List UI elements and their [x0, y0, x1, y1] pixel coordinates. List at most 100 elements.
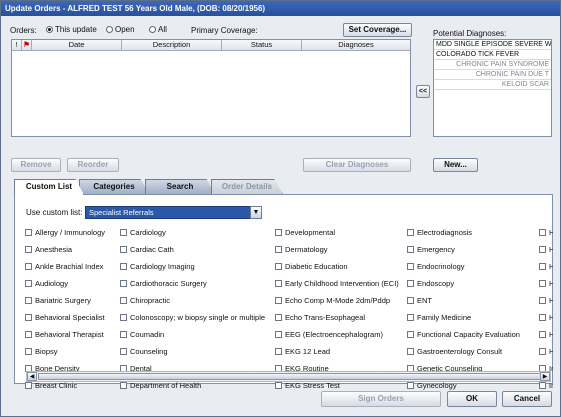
- checkbox-icon[interactable]: [539, 314, 546, 321]
- checkbox-icon[interactable]: [120, 246, 127, 253]
- checkbox-icon[interactable]: [275, 246, 282, 253]
- referral-checkbox-item[interactable]: Early Childhood Intervention (ECI): [275, 276, 405, 292]
- referral-checkbox-item[interactable]: Audiology: [25, 276, 117, 292]
- referral-checkbox-item[interactable]: Coumadin: [120, 327, 272, 343]
- column-header-date[interactable]: Date: [32, 40, 122, 50]
- tab-order-details[interactable]: Order Details: [211, 179, 283, 194]
- checkbox-icon[interactable]: [25, 263, 32, 270]
- checkbox-icon[interactable]: [120, 348, 127, 355]
- checkbox-icon[interactable]: [120, 314, 127, 321]
- checkbox-icon[interactable]: [539, 280, 546, 287]
- checkbox-icon[interactable]: [120, 263, 127, 270]
- referral-checkbox-item[interactable]: Developmental: [275, 225, 405, 241]
- referral-checkbox-item[interactable]: ENT: [407, 293, 537, 309]
- checkbox-icon[interactable]: [275, 229, 282, 236]
- checkbox-icon[interactable]: [407, 263, 414, 270]
- referral-checkbox-item[interactable]: Dermatology: [275, 242, 405, 258]
- checkbox-icon[interactable]: [275, 314, 282, 321]
- diagnosis-item[interactable]: KELOID SCAR: [434, 80, 551, 90]
- referral-checkbox-item[interactable]: Cardiology Imaging: [120, 259, 272, 275]
- checkbox-icon[interactable]: [407, 382, 414, 389]
- checkbox-icon[interactable]: [275, 297, 282, 304]
- scrollbar-thumb[interactable]: [38, 373, 541, 380]
- checkbox-icon[interactable]: [407, 297, 414, 304]
- column-header-alert[interactable]: !: [12, 40, 22, 50]
- referral-checkbox-item[interactable]: He: [539, 259, 553, 275]
- checkbox-icon[interactable]: [120, 382, 127, 389]
- tab-search[interactable]: Search: [145, 179, 215, 194]
- set-coverage-button[interactable]: Set Coverage...: [343, 23, 412, 37]
- scroll-left-icon[interactable]: ◀: [27, 372, 37, 381]
- orders-radio-all[interactable]: All: [149, 25, 167, 34]
- flag-icon[interactable]: ⚑: [22, 40, 32, 50]
- referral-checkbox-item[interactable]: Counseling: [120, 344, 272, 360]
- referral-checkbox-item[interactable]: Cardiac Cath: [120, 242, 272, 258]
- checkbox-icon[interactable]: [539, 297, 546, 304]
- referral-checkbox-item[interactable]: Biopsy: [25, 344, 117, 360]
- checkbox-icon[interactable]: [25, 280, 32, 287]
- column-header-status[interactable]: Status: [222, 40, 302, 50]
- checkbox-icon[interactable]: [25, 314, 32, 321]
- tab-categories[interactable]: Categories: [79, 179, 149, 194]
- referral-checkbox-item[interactable]: EKG 12 Lead: [275, 344, 405, 360]
- referral-checkbox-item[interactable]: Endoscopy: [407, 276, 537, 292]
- referral-checkbox-item[interactable]: Emergency: [407, 242, 537, 258]
- checkbox-icon[interactable]: [25, 246, 32, 253]
- diagnosis-item[interactable]: MDD SINGLE EPISODE SEVERE W: [434, 40, 551, 50]
- checkbox-icon[interactable]: [539, 229, 546, 236]
- checkbox-icon[interactable]: [275, 280, 282, 287]
- checkbox-icon[interactable]: [25, 382, 32, 389]
- referral-checkbox-item[interactable]: Endocrinology: [407, 259, 537, 275]
- referral-checkbox-item[interactable]: Ho: [539, 310, 553, 326]
- checkbox-icon[interactable]: [25, 331, 32, 338]
- referral-checkbox-item[interactable]: Echo Comp M-Mode 2dm/Pddp: [275, 293, 405, 309]
- checkbox-icon[interactable]: [275, 382, 282, 389]
- referral-checkbox-item[interactable]: Diabetic Education: [275, 259, 405, 275]
- referral-checkbox-item[interactable]: Gastroenterology Consult: [407, 344, 537, 360]
- diagnosis-item[interactable]: COLORADO TICK FEVER: [434, 50, 551, 60]
- potential-diagnoses-list[interactable]: MDD SINGLE EPISODE SEVERE W COLORADO TIC…: [433, 39, 552, 137]
- referral-checkbox-item[interactable]: EEG (Electroencephalogram): [275, 327, 405, 343]
- referral-checkbox-item[interactable]: Colonoscopy; w biopsy single or multiple: [120, 310, 272, 326]
- referral-checkbox-item[interactable]: Cardiothoracic Surgery: [120, 276, 272, 292]
- cancel-button[interactable]: Cancel: [502, 391, 552, 407]
- referral-checkbox-item[interactable]: Ho: [539, 327, 553, 343]
- checkbox-icon[interactable]: [539, 263, 546, 270]
- checkbox-icon[interactable]: [539, 331, 546, 338]
- referral-checkbox-item[interactable]: Chiropractic: [120, 293, 272, 309]
- orders-grid[interactable]: ! ⚑ Date Description Status Diagnoses: [11, 39, 411, 137]
- checkbox-icon[interactable]: [407, 280, 414, 287]
- checkbox-icon[interactable]: [120, 229, 127, 236]
- referral-checkbox-item[interactable]: Echo Trans-Esophageal: [275, 310, 405, 326]
- referral-checkbox-item[interactable]: Cardiology: [120, 225, 272, 241]
- checkbox-icon[interactable]: [407, 314, 414, 321]
- referral-checkbox-item[interactable]: He: [539, 242, 553, 258]
- referral-checkbox-item[interactable]: Ankle Brachial Index: [25, 259, 117, 275]
- checkbox-icon[interactable]: [120, 280, 127, 287]
- referral-checkbox-item[interactable]: Bariatric Surgery: [25, 293, 117, 309]
- orders-radio-this-update[interactable]: This update: [46, 25, 97, 34]
- referral-checkbox-item[interactable]: HI: [539, 276, 553, 292]
- referral-checkbox-item[interactable]: Electrodiagnosis: [407, 225, 537, 241]
- orders-radio-open[interactable]: Open: [106, 25, 135, 34]
- checkbox-icon[interactable]: [25, 348, 32, 355]
- new-diagnosis-button[interactable]: New...: [433, 158, 478, 172]
- referral-checkbox-item[interactable]: Behavioral Specialist: [25, 310, 117, 326]
- referral-checkbox-item[interactable]: Behavioral Therapist: [25, 327, 117, 343]
- move-diagnosis-button[interactable]: <<: [416, 85, 430, 98]
- checkbox-icon[interactable]: [407, 229, 414, 236]
- checkbox-icon[interactable]: [407, 331, 414, 338]
- sign-orders-button[interactable]: Sign Orders: [321, 391, 441, 407]
- checkbox-icon[interactable]: [539, 348, 546, 355]
- referral-checkbox-item[interactable]: Allergy / Immunology: [25, 225, 117, 241]
- clear-diagnoses-button[interactable]: Clear Diagnoses: [303, 158, 411, 172]
- checkbox-icon[interactable]: [25, 229, 32, 236]
- diagnosis-item[interactable]: CHRONIC PAIN DUE T: [434, 70, 551, 80]
- checkbox-icon[interactable]: [275, 263, 282, 270]
- referral-checkbox-item[interactable]: Ho: [539, 293, 553, 309]
- ok-button[interactable]: OK: [447, 391, 497, 407]
- checkbox-icon[interactable]: [407, 348, 414, 355]
- remove-button[interactable]: Remove: [11, 158, 61, 172]
- scroll-right-icon[interactable]: ▶: [540, 372, 550, 381]
- checkbox-icon[interactable]: [539, 382, 546, 389]
